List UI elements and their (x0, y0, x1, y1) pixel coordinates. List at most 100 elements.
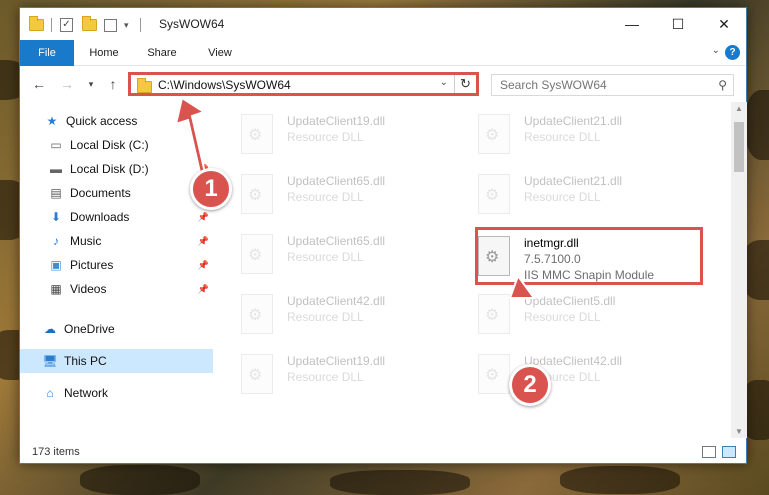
dll-file-icon (478, 294, 510, 334)
file-name: UpdateClient65.dll (287, 174, 386, 188)
navigation-pane: ★ Quick access ▭ Local Disk (C:) ▬ Local… (20, 102, 213, 438)
pin-icon[interactable]: 📌 (198, 212, 209, 223)
expand-ribbon-chevron-icon[interactable]: ⌄ (712, 45, 720, 56)
sidebar-item-quick-access[interactable]: ★ Quick access (20, 109, 213, 133)
customize-toolbar-chevron-icon[interactable]: ▾ (124, 16, 129, 34)
file-tile[interactable]: UpdateClient65.dll Resource DLL (235, 168, 465, 222)
drive-icon: ▬ (50, 162, 62, 176)
file-name: UpdateClient21.dll (524, 174, 623, 188)
file-type: Resource DLL (287, 130, 364, 144)
file-tile[interactable]: UpdateClient65.dll Resource DLL (235, 228, 465, 282)
download-icon: ⬇ (50, 210, 62, 224)
dll-file-icon (241, 354, 273, 394)
tab-file[interactable]: File (20, 40, 74, 66)
sidebar-item-label: Downloads (70, 210, 130, 224)
dll-file-icon (478, 354, 510, 394)
step-2-badge: 2 (509, 364, 551, 406)
sidebar-item-pictures[interactable]: ▣ Pictures 📌 (20, 253, 213, 277)
file-type: Resource DLL (287, 190, 364, 204)
close-button[interactable]: ✕ (701, 8, 747, 40)
item-count: 173 items (32, 446, 80, 458)
target-file-highlight (475, 227, 703, 285)
sidebar-item-label: OneDrive (64, 322, 115, 336)
maximize-button[interactable]: ☐ (655, 8, 701, 40)
sidebar-item-onedrive[interactable]: ☁ OneDrive (20, 317, 213, 341)
file-tile[interactable]: UpdateClient21.dll Resource DLL (472, 108, 702, 162)
file-type: Resource DLL (524, 310, 601, 324)
properties-icon[interactable] (104, 16, 117, 34)
sidebar-item-music[interactable]: ♪ Music 📌 (20, 229, 213, 253)
file-type: Resource DLL (287, 370, 364, 384)
documents-icon: ▤ (50, 186, 62, 200)
scroll-down-arrow-icon[interactable]: ▼ (731, 427, 747, 436)
vertical-scrollbar[interactable]: ▲ ▼ (731, 102, 747, 438)
sidebar-item-local-disk-d[interactable]: ▬ Local Disk (D:) 📌 (20, 157, 213, 181)
file-name: UpdateClient19.dll (287, 114, 386, 128)
dll-file-icon (478, 114, 510, 154)
step-1-badge: 1 (190, 168, 232, 210)
pin-icon[interactable]: 📌 (198, 284, 209, 295)
title-separator (140, 16, 141, 34)
file-type: Resource DLL (287, 250, 364, 264)
sidebar-item-label: Music (70, 234, 102, 248)
pin-icon[interactable]: 📌 (198, 260, 209, 271)
search-input[interactable] (500, 75, 710, 95)
large-icons-view-icon[interactable] (722, 446, 736, 458)
minimize-button[interactable]: — (609, 8, 655, 40)
file-name: UpdateClient65.dll (287, 234, 386, 248)
network-icon: ⌂ (46, 386, 54, 400)
sidebar-item-label: Local Disk (D:) (70, 162, 149, 176)
quick-toolbar-separator (51, 16, 52, 34)
sidebar-item-documents[interactable]: ▤ Documents (20, 181, 213, 205)
scrollbar-thumb[interactable] (734, 122, 744, 172)
details-view-icon[interactable] (702, 446, 716, 458)
help-button[interactable]: ? (725, 45, 740, 60)
new-folder-icon[interactable] (82, 16, 97, 34)
title-bar: ✓ ▾ SysWOW64 — ☐ ✕ (20, 8, 746, 40)
file-tile[interactable]: UpdateClient5.dll Resource DLL (472, 288, 702, 342)
videos-icon: ▦ (50, 282, 62, 296)
forward-arrow-icon[interactable]: → (58, 76, 76, 92)
drive-icon: ▭ (50, 138, 62, 152)
address-row: ← → ▾ ↑ C:\Windows\SysWOW64 ⌄ ↻ ⚲ (20, 66, 746, 102)
up-arrow-icon[interactable]: ↑ (104, 76, 122, 92)
search-icon[interactable]: ⚲ (718, 78, 727, 92)
back-arrow-icon[interactable]: ← (30, 76, 48, 92)
tab-share[interactable]: Share (140, 40, 184, 66)
sidebar-item-videos[interactable]: ▦ Videos 📌 (20, 277, 213, 301)
file-tile[interactable]: UpdateClient19.dll Resource DLL (235, 108, 465, 162)
address-folder-icon (137, 78, 152, 93)
file-name: UpdateClient19.dll (287, 354, 386, 368)
tab-view[interactable]: View (198, 40, 242, 66)
pin-icon[interactable]: 📌 (198, 236, 209, 247)
sidebar-item-local-disk-c[interactable]: ▭ Local Disk (C:) (20, 133, 213, 157)
recent-locations-chevron-icon[interactable]: ▾ (82, 79, 100, 90)
sidebar-item-label: Pictures (70, 258, 114, 272)
ribbon-tabs: File Home Share View ⌄ ? (20, 40, 746, 66)
pictures-icon: ▣ (50, 258, 62, 272)
search-box[interactable]: ⚲ (491, 74, 734, 96)
sidebar-item-label: Quick access (66, 114, 138, 128)
file-tile[interactable]: UpdateClient19.dll Resource DLL (235, 348, 465, 402)
address-dropdown-chevron-icon[interactable]: ⌄ (440, 77, 448, 88)
file-tile[interactable]: UpdateClient42.dll Resource DLL (472, 348, 702, 402)
refresh-button[interactable]: ↻ (454, 75, 476, 93)
sidebar-item-network[interactable]: ⌂ Network (20, 381, 213, 405)
sidebar-item-label: This PC (64, 354, 107, 368)
tab-home[interactable]: Home (82, 40, 126, 66)
dll-file-icon (241, 234, 273, 274)
dll-file-icon (241, 114, 273, 154)
window-folder-icon (29, 16, 44, 34)
cloud-icon: ☁ (44, 322, 56, 336)
file-tile[interactable]: UpdateClient42.dll Resource DLL (235, 288, 465, 342)
file-type: Resource DLL (524, 190, 601, 204)
properties-check-icon[interactable]: ✓ (60, 16, 73, 34)
address-bar[interactable]: C:\Windows\SysWOW64 ⌄ ↻ (128, 72, 479, 96)
sidebar-item-downloads[interactable]: ⬇ Downloads 📌 (20, 205, 213, 229)
sidebar-item-this-pc[interactable]: 🖥 This PC (20, 349, 213, 373)
sidebar-item-label: Network (64, 386, 109, 400)
computer-icon: 🖥 (42, 354, 58, 368)
address-path[interactable]: C:\Windows\SysWOW64 (158, 78, 291, 92)
scroll-up-arrow-icon[interactable]: ▲ (731, 104, 747, 113)
file-tile[interactable]: UpdateClient21.dll Resource DLL (472, 168, 702, 222)
